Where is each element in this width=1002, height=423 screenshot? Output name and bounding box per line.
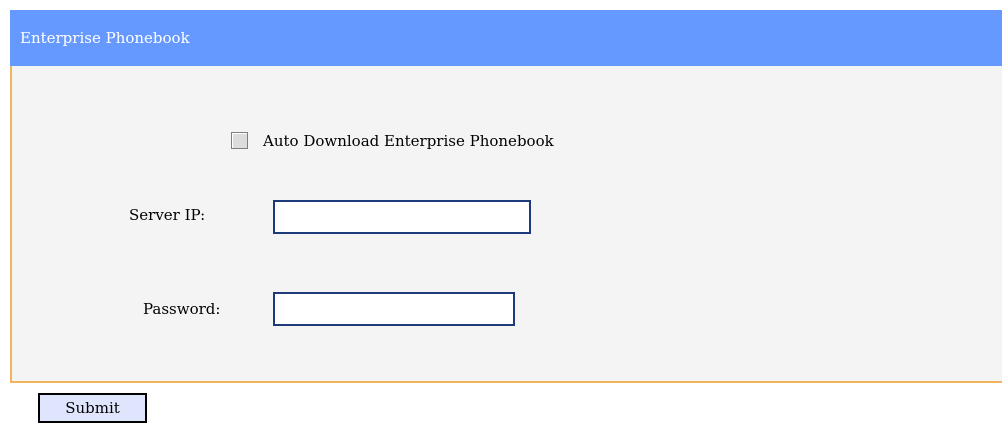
submit-button[interactable]: Submit [38, 393, 147, 423]
password-input[interactable] [273, 292, 515, 326]
enterprise-phonebook-panel: Enterprise Phonebook Auto Download Enter… [10, 10, 1002, 423]
password-label: Password: [143, 300, 221, 318]
auto-download-checkbox[interactable] [231, 132, 248, 149]
auto-download-label: Auto Download Enterprise Phonebook [263, 132, 554, 150]
page: Enterprise Phonebook Auto Download Enter… [0, 0, 1002, 423]
server-ip-label: Server IP: [129, 206, 206, 224]
panel-body: Auto Download Enterprise Phonebook Serve… [10, 66, 1002, 383]
server-ip-input[interactable] [273, 200, 531, 234]
panel-title: Enterprise Phonebook [20, 29, 190, 47]
panel-header: Enterprise Phonebook [10, 10, 1002, 66]
